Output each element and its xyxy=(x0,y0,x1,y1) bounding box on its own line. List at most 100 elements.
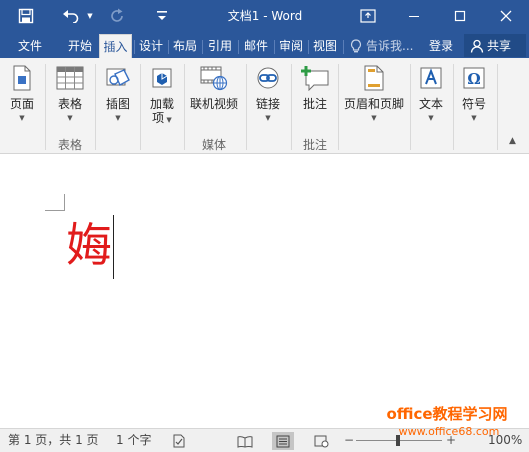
text-cursor xyxy=(113,215,114,279)
group-label-tables: 表格 xyxy=(57,138,82,152)
margin-corner-mark xyxy=(45,194,65,211)
header-footer-label: 页眉和页脚 xyxy=(343,97,404,111)
table-icon xyxy=(54,62,86,94)
text-icon xyxy=(415,62,447,94)
undo-icon[interactable] xyxy=(58,0,84,32)
share-label: 共享 xyxy=(487,39,512,53)
addins-icon xyxy=(146,62,178,94)
text-button[interactable]: 文本 ▼ xyxy=(413,62,449,123)
group-divider xyxy=(140,64,141,150)
comment-label: 批注 xyxy=(302,97,327,111)
addins-label: 加载项 ▼ xyxy=(149,97,174,125)
minimize-icon[interactable] xyxy=(391,0,437,32)
group-divider xyxy=(246,64,247,150)
tab-file[interactable]: 文件 xyxy=(10,34,50,58)
tab-references[interactable]: 引用 xyxy=(204,34,236,58)
tab-home[interactable]: 开始 xyxy=(62,34,98,58)
group-divider xyxy=(184,64,185,150)
document-text[interactable]: 娒 xyxy=(66,217,112,273)
group-divider xyxy=(45,64,46,150)
tab-mailings[interactable]: 邮件 xyxy=(240,34,272,58)
save-icon[interactable] xyxy=(14,0,38,32)
symbol-label: 符号 xyxy=(461,97,486,111)
collapse-ribbon-icon[interactable]: ▲ xyxy=(509,136,516,146)
online-video-icon xyxy=(198,62,230,94)
tab-divider xyxy=(308,40,309,54)
symbol-icon: Ω xyxy=(458,62,490,94)
group-label-comments: 批注 xyxy=(302,138,327,152)
svg-text:Ω: Ω xyxy=(467,70,480,88)
pages-icon xyxy=(6,62,38,94)
tab-design[interactable]: 设计 xyxy=(136,34,166,58)
share-button[interactable]: 共享 xyxy=(464,34,526,57)
tab-divider xyxy=(343,40,344,54)
web-layout-icon[interactable] xyxy=(310,432,332,450)
group-divider xyxy=(95,64,96,150)
chevron-down-icon: ▼ xyxy=(471,114,477,122)
pages-label: 页面 xyxy=(9,97,34,111)
ribbon-display-options-icon[interactable] xyxy=(345,0,391,32)
watermark-url: www.office68.com xyxy=(398,425,500,438)
link-button[interactable]: 链接 ▼ xyxy=(250,62,286,123)
word-count[interactable]: 1 个字 xyxy=(116,429,151,452)
proofing-icon[interactable] xyxy=(168,432,190,450)
zoom-out-button[interactable]: − xyxy=(344,429,354,452)
header-footer-button[interactable]: 页眉和页脚 ▼ xyxy=(342,62,406,123)
tab-review[interactable]: 审阅 xyxy=(276,34,306,58)
maximize-icon[interactable] xyxy=(437,0,483,32)
login-link[interactable]: 登录 xyxy=(429,34,453,58)
customize-arrow-icon[interactable] xyxy=(152,0,172,32)
tab-layout[interactable]: 布局 xyxy=(170,34,200,58)
document-page[interactable]: 娒 xyxy=(0,155,529,428)
illustrations-button[interactable]: 插图 ▼ xyxy=(100,62,136,123)
person-icon xyxy=(470,39,484,53)
addins-button[interactable]: 加载项 ▼ xyxy=(144,62,180,127)
online-video-label: 联机视频 xyxy=(189,97,238,111)
tab-insert[interactable]: 插入 xyxy=(99,34,132,58)
tab-divider xyxy=(134,40,135,54)
print-layout-icon[interactable] xyxy=(272,432,294,450)
symbol-button[interactable]: Ω 符号 ▼ xyxy=(456,62,492,123)
group-divider xyxy=(453,64,454,150)
tab-divider xyxy=(274,40,275,54)
lightbulb-icon xyxy=(350,38,362,52)
undo-dropdown-icon[interactable]: ▼ xyxy=(84,0,96,32)
tell-me-search[interactable]: 告诉我... xyxy=(350,34,413,58)
chevron-down-icon: ▼ xyxy=(371,114,377,122)
ribbon-insert-panel: 页面 ▼ 表格 ▼ 表格 插图 ▼ 加载项 ▼ 联机视频 媒体 链接 ▼ 批注 … xyxy=(0,58,529,154)
online-video-button[interactable]: 联机视频 xyxy=(188,62,240,111)
chevron-down-icon: ▼ xyxy=(67,114,73,122)
title-bar: ▼ 文档1 - Word xyxy=(0,0,529,32)
illustrations-label: 插图 xyxy=(105,97,130,111)
tab-divider xyxy=(238,40,239,54)
chevron-down-icon: ▼ xyxy=(265,114,271,122)
text-label: 文本 xyxy=(418,97,443,111)
tab-view[interactable]: 视图 xyxy=(310,34,340,58)
group-label-media: 媒体 xyxy=(201,138,226,152)
group-divider xyxy=(410,64,411,150)
chevron-down-icon: ▼ xyxy=(428,114,434,122)
header-footer-icon xyxy=(358,62,390,94)
illustrations-icon xyxy=(102,62,134,94)
read-mode-icon[interactable] xyxy=(234,432,256,450)
table-label: 表格 xyxy=(57,97,82,111)
comment-icon xyxy=(299,62,331,94)
group-divider xyxy=(338,64,339,150)
chevron-down-icon: ▼ xyxy=(19,114,25,122)
watermark-title: office教程学习网 xyxy=(386,405,508,423)
ribbon-tab-row: 文件 开始 插入 设计 布局 引用 邮件 审阅 视图 告诉我... 登录 共享 xyxy=(0,32,529,58)
chevron-down-icon: ▼ xyxy=(115,114,121,122)
page-count[interactable]: 第 1 页，共 1 页 xyxy=(8,429,99,452)
tab-divider xyxy=(168,40,169,54)
pages-button[interactable]: 页面 ▼ xyxy=(4,62,40,123)
redo-icon[interactable] xyxy=(106,0,128,32)
table-button[interactable]: 表格 ▼ xyxy=(50,62,90,123)
comment-button[interactable]: 批注 xyxy=(297,62,333,111)
group-divider xyxy=(497,64,498,150)
tab-divider xyxy=(202,40,203,54)
close-icon[interactable] xyxy=(483,0,529,32)
link-icon xyxy=(252,62,284,94)
group-divider xyxy=(291,64,292,150)
tell-me-placeholder: 告诉我... xyxy=(366,39,414,53)
link-label: 链接 xyxy=(255,97,280,111)
